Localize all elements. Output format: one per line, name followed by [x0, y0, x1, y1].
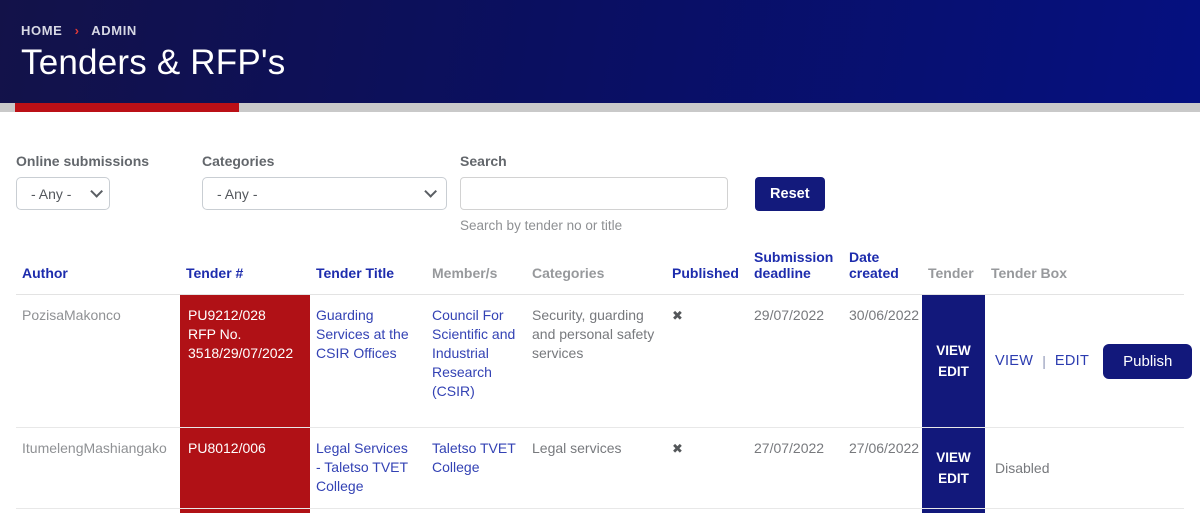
categories-filter: Categories - Any - [202, 153, 448, 210]
author-cell: PozisaMakonco [22, 307, 121, 323]
date-created-cell: 30/06/2022 [849, 307, 920, 323]
online-submissions-select[interactable]: - Any - [16, 177, 110, 210]
column-header-tender-number[interactable]: Tender # [186, 265, 243, 281]
categories-selected-value: - Any - [217, 185, 258, 202]
column-header-published[interactable]: Published [672, 265, 739, 281]
date-created-cell: 27/06/2022 [849, 440, 920, 456]
tender-edit-link[interactable]: EDIT [922, 361, 985, 382]
member-link[interactable]: Council For Scientific and Industrial Re… [432, 307, 515, 399]
table-row: PozisaMakonco PU9212/028 RFP No. 3518/29… [16, 294, 1193, 428]
header-divider [0, 103, 1200, 112]
tender-title-link[interactable]: Legal Services - Taletso TVET College [316, 440, 408, 494]
search-label: Search [460, 153, 507, 169]
submission-deadline-cell: 29/07/2022 [754, 307, 825, 323]
page-title: Tenders & RFP's [21, 43, 286, 82]
tender-edit-link[interactable]: EDIT [922, 468, 985, 489]
filters-bar: Online submissions - Any - Categories - … [0, 153, 1200, 233]
column-header-members: Member/s [432, 265, 498, 281]
tender-box-cell: VIEW | EDIT Publish [985, 295, 1193, 428]
search-help-text: Search by tender no or title [460, 218, 623, 233]
tender-box-cell: Disabled [985, 428, 1184, 509]
breadcrumb: HOME › ADMIN [21, 23, 1200, 38]
tender-number-cell [180, 508, 310, 513]
submission-deadline-cell: 27/07/2022 [754, 440, 825, 456]
categories-select[interactable]: - Any - [202, 177, 448, 210]
tender-actions-cell: VIEW EDIT [922, 427, 985, 509]
online-submissions-filter: Online submissions - Any - [16, 153, 149, 210]
tender-box-view-link[interactable]: VIEW [995, 352, 1033, 371]
tender-view-link[interactable]: VIEW [922, 447, 985, 468]
publish-button[interactable]: Publish [1103, 343, 1193, 379]
column-header-tender-box: Tender Box [991, 265, 1067, 281]
column-header-author[interactable]: Author [22, 265, 68, 281]
table-header-row: Author Tender # Tender Title Member/s Ca… [16, 249, 1184, 295]
author-cell: ItumelengMashiangako [22, 440, 167, 456]
member-link[interactable]: Taletso TVET College [432, 440, 516, 475]
tender-box-edit-link[interactable]: EDIT [1055, 352, 1089, 371]
categories-label: Categories [202, 153, 275, 169]
tender-actions-cell [922, 508, 985, 513]
breadcrumb-home-link[interactable]: HOME [21, 23, 62, 38]
header-divider-accent [15, 103, 239, 112]
column-header-date-created[interactable]: Date created [849, 249, 899, 281]
search-input[interactable] [460, 177, 729, 210]
table-row-partial [16, 508, 1184, 513]
not-published-icon: ✖ [672, 308, 683, 323]
tenders-table: Author Tender # Tender Title Member/s Ca… [16, 249, 1193, 513]
chevron-right-icon: › [74, 23, 80, 38]
reset-button[interactable]: Reset [755, 177, 825, 211]
not-published-icon: ✖ [672, 441, 683, 456]
column-header-categories: Categories [532, 265, 605, 281]
search-filter: Search Search by tender no or title [460, 153, 729, 233]
tender-title-link[interactable]: Guarding Services at the CSIR Offices [316, 307, 409, 361]
online-submissions-label: Online submissions [16, 153, 150, 169]
online-submissions-selected-value: - Any - [31, 185, 72, 202]
column-header-tender: Tender [928, 265, 974, 281]
tender-view-link[interactable]: VIEW [922, 340, 985, 361]
tender-number-cell: PU9212/028 RFP No. 3518/29/07/2022 [180, 294, 310, 428]
chevron-down-icon [90, 185, 103, 198]
table-row: ItumelengMashiangako PU8012/006 Legal Se… [16, 427, 1184, 509]
categories-cell: Security, guarding and personal safety s… [532, 307, 655, 361]
link-divider: | [1042, 352, 1046, 369]
tender-box-status: Disabled [995, 459, 1050, 476]
column-header-submission-deadline[interactable]: Submission deadline [754, 249, 833, 281]
page-header: HOME › ADMIN Tenders & RFP's [0, 0, 1200, 103]
categories-cell: Legal services [532, 440, 622, 456]
breadcrumb-admin-link[interactable]: ADMIN [91, 23, 137, 38]
tender-number-cell: PU8012/006 [180, 427, 310, 509]
chevron-down-icon [424, 185, 438, 198]
tender-actions-cell: VIEW EDIT [922, 294, 985, 428]
column-header-tender-title[interactable]: Tender Title [316, 265, 394, 281]
